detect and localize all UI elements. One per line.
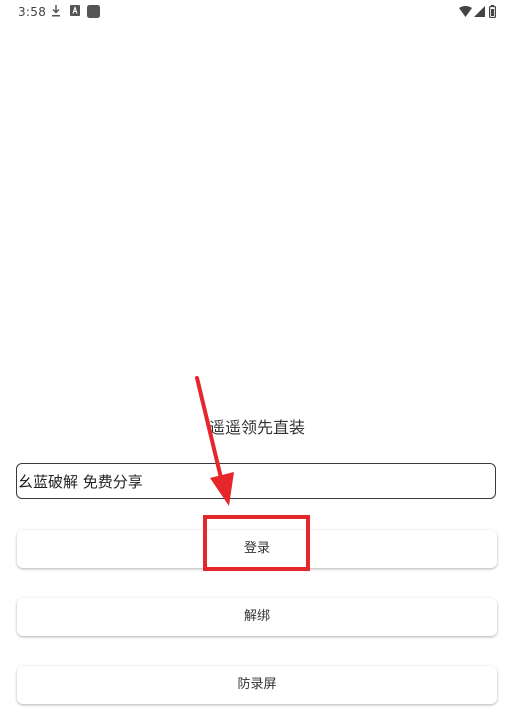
battery-icon <box>489 5 496 18</box>
unbind-button[interactable]: 解绑 <box>17 598 497 636</box>
download-icon <box>52 5 60 17</box>
app-square-icon <box>87 5 100 18</box>
app-title: 遥遥领先直装 <box>208 418 305 437</box>
text-input[interactable] <box>16 463 496 499</box>
notification-a-icon <box>70 5 80 16</box>
login-button[interactable]: 登录 <box>17 530 497 568</box>
anti-record-button[interactable]: 防录屏 <box>17 666 497 704</box>
wifi-icon <box>459 6 472 17</box>
status-time: 3:58 <box>18 5 47 19</box>
status-bar: 3:58 <box>0 0 514 26</box>
signal-icon <box>474 6 485 17</box>
